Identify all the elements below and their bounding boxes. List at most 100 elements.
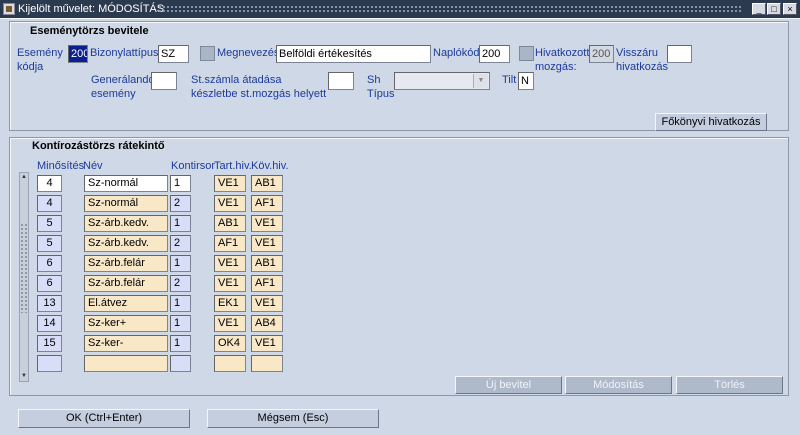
cell-kontirsor[interactable]: 1 [170,335,191,352]
cell-kov-hiv[interactable]: VE1 [251,215,283,232]
visszaru-label-2: hivatkozás [616,61,668,73]
hivatkozott-mozgas-label-2: mozgás: [535,61,577,73]
st-szamla-label-1: St.számla átadása [191,74,282,86]
megnevezes-checkbox[interactable] [200,46,215,61]
naplokod-field[interactable]: 200 [479,45,510,63]
cell-kontirsor[interactable]: 2 [170,195,191,212]
cell-tart-hiv[interactable]: EK1 [214,295,246,312]
cell-kontirsor[interactable]: 1 [170,315,191,332]
cell-minosites[interactable]: 5 [37,215,62,232]
fokonyvi-hivatkozas-button[interactable]: Főkönyvi hivatkozás [655,113,767,131]
cell-kov-hiv[interactable]: AB1 [251,255,283,272]
cell-kontirsor[interactable]: 1 [170,215,191,232]
cell-kov-hiv[interactable]: AB4 [251,315,283,332]
st-szamla-field[interactable] [328,72,354,90]
cell-kov-hiv[interactable]: VE1 [251,235,283,252]
cell-nev[interactable]: Sz-árb.kedv. [84,215,168,232]
sh-tipus-label-2: Típus [367,88,395,100]
cell-nev[interactable]: Sz-ker- [84,335,168,352]
esemeny-kodja-field[interactable]: 200 [68,45,88,63]
generalando-label-2: esemény [91,88,136,100]
col-header-nev: Név [83,160,103,172]
cell-minosites[interactable]: 4 [37,175,62,192]
col-header-tart-hiv: Tart.hiv. [214,160,252,172]
generalando-label-1: Generálandó [91,74,155,86]
cell-minosites[interactable]: 6 [37,275,62,292]
title-bar: Kijelölt művelet: MÓDOSÍTÁS _ □ × [0,0,800,18]
cell-tart-hiv[interactable]: OK4 [214,335,246,352]
cell-nev[interactable]: Sz-ker+ [84,315,168,332]
cell-tart-hiv[interactable]: VE1 [214,255,246,272]
cell-kontirsor[interactable]: 1 [170,175,191,192]
cell-minosites[interactable]: 6 [37,255,62,272]
cell-kov-hiv[interactable]: AF1 [251,195,283,212]
tilt-field[interactable]: N [518,72,534,90]
cell-kov-hiv[interactable]: AF1 [251,275,283,292]
cell-minosites[interactable]: 13 [37,295,62,312]
cell-nev[interactable] [84,355,168,372]
scroll-thumb[interactable] [20,223,28,313]
header-panel: Eseménytörzs bevitele Esemény kódja 200 … [9,21,789,131]
list-panel-title: Kontírozástörzs rátekintő [32,140,165,152]
megnevezes-field[interactable]: Belföldi értékesítés [276,45,431,63]
cell-tart-hiv[interactable]: AB1 [214,215,246,232]
cell-tart-hiv[interactable]: AF1 [214,235,246,252]
sh-tipus-label-1: Sh [367,74,381,86]
cell-minosites[interactable]: 4 [37,195,62,212]
cell-kov-hiv[interactable]: VE1 [251,335,283,352]
hivatkozott-mozgas-field: 200 [589,45,614,63]
minimize-button[interactable]: _ [752,3,766,15]
cell-minosites[interactable]: 15 [37,335,62,352]
form-window: Eseménytörzs bevitele Esemény kódja 200 … [0,18,800,435]
cell-tart-hiv[interactable]: VE1 [214,175,246,192]
title-bar-pattern [158,5,742,13]
cell-nev[interactable]: Sz-árb.felár [84,255,168,272]
visszaru-field[interactable] [667,45,692,63]
cancel-button[interactable]: Mégsem (Esc) [207,409,379,428]
ok-button[interactable]: OK (Ctrl+Enter) [18,409,190,428]
window-title: Kijelölt művelet: MÓDOSÍTÁS [18,3,165,15]
cell-kontirsor[interactable]: 1 [170,295,191,312]
cell-minosites[interactable] [37,355,62,372]
st-szamla-label-2: készletbe st.mozgás helyett [191,88,327,100]
cell-kov-hiv[interactable]: AB1 [251,175,283,192]
cell-kov-hiv[interactable] [251,355,283,372]
cell-tart-hiv[interactable] [214,355,246,372]
bizonylattipus-field[interactable]: SZ [158,45,189,63]
bizonylattipus-label: Bizonylattípus [90,47,159,59]
uj-bevitel-button[interactable]: Új bevitel [455,376,562,394]
cell-nev[interactable]: Sz-árb.felár [84,275,168,292]
cell-kontirsor[interactable]: 1 [170,255,191,272]
megnevezes-label: Megnevezés [217,47,280,59]
sh-tipus-dropdown[interactable] [394,72,490,90]
close-button[interactable]: × [783,3,797,15]
modositas-button[interactable]: Módosítás [565,376,672,394]
hivatkozott-mozgas-checkbox[interactable] [519,46,534,61]
scroll-down-icon[interactable]: ▼ [20,372,28,381]
cell-minosites[interactable]: 14 [37,315,62,332]
col-header-kov-hiv: Köv.hiv. [251,160,289,172]
cell-tart-hiv[interactable]: VE1 [214,315,246,332]
app-icon [3,3,15,15]
cell-nev[interactable]: El.átvez [84,295,168,312]
col-header-minosites: Minősítés [37,160,85,172]
scroll-up-icon[interactable]: ▲ [20,173,28,182]
tilt-label: Tilt [502,74,517,86]
list-scrollbar[interactable]: ▲ ▼ [19,172,29,382]
torles-button[interactable]: Törlés [676,376,783,394]
hivatkozott-mozgas-label-1: Hivatkozott [535,47,590,59]
cell-kov-hiv[interactable]: VE1 [251,295,283,312]
maximize-button[interactable]: □ [767,3,781,15]
cell-kontirsor[interactable] [170,355,191,372]
esemeny-kodja-label-1: Esemény [17,47,63,59]
cell-nev[interactable]: Sz-normál [84,175,168,192]
cell-nev[interactable]: Sz-normál [84,195,168,212]
cell-kontirsor[interactable]: 2 [170,275,191,292]
cell-nev[interactable]: Sz-árb.kedv. [84,235,168,252]
cell-minosites[interactable]: 5 [37,235,62,252]
generalando-field[interactable] [151,72,177,90]
naplokod-label: Naplókód [433,47,480,59]
cell-kontirsor[interactable]: 2 [170,235,191,252]
cell-tart-hiv[interactable]: VE1 [214,195,246,212]
cell-tart-hiv[interactable]: VE1 [214,275,246,292]
